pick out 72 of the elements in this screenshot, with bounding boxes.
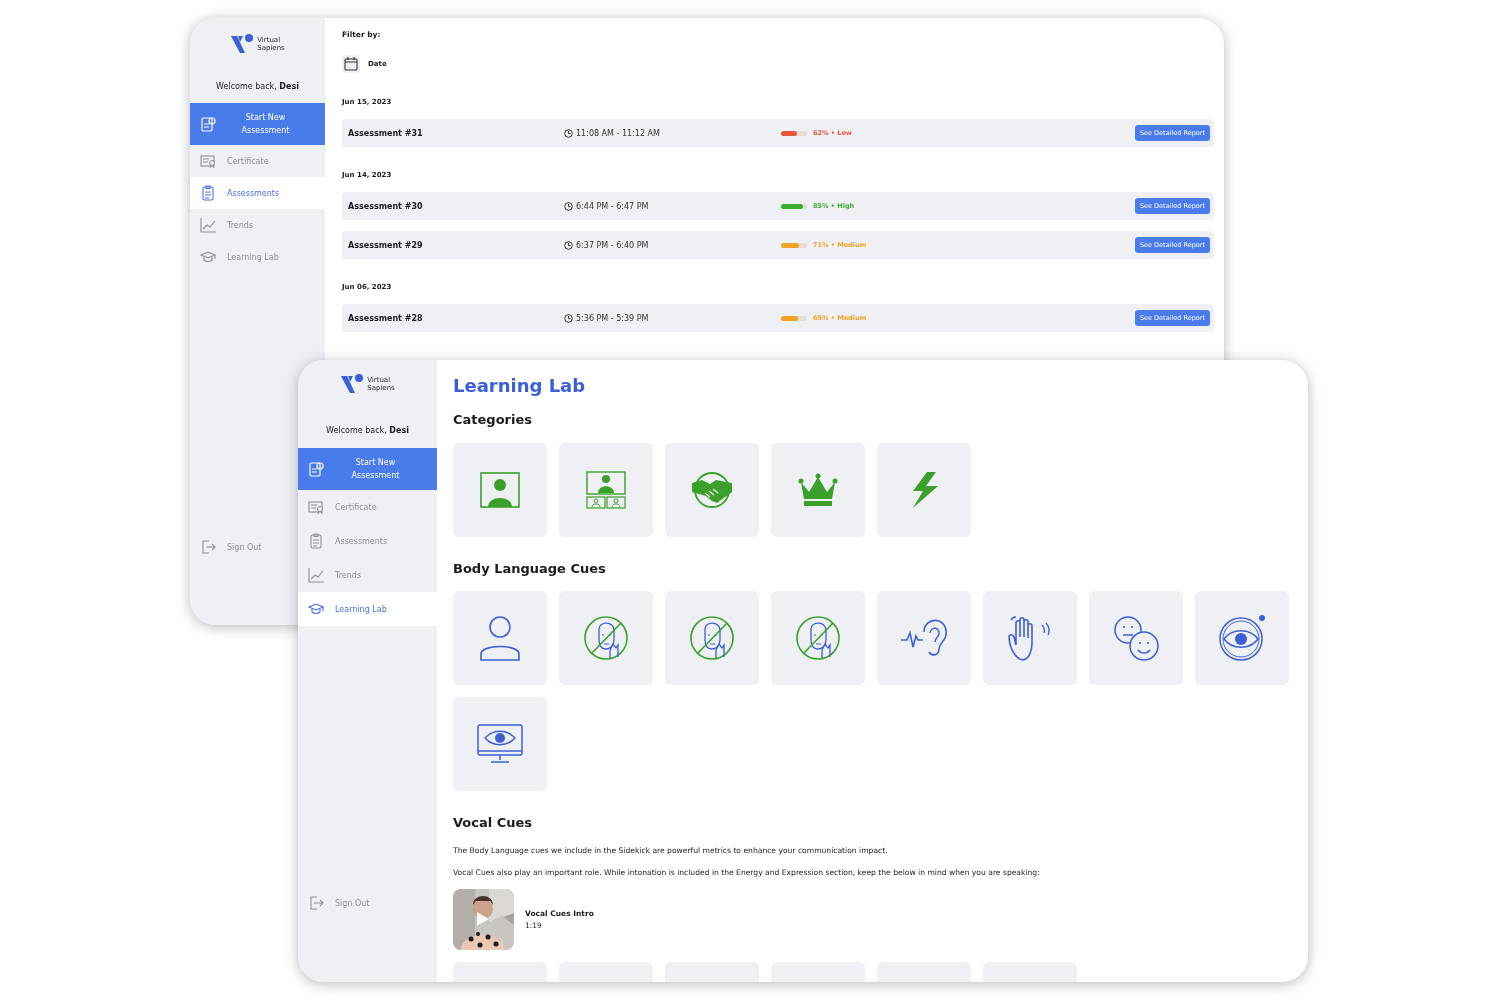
cue-tile[interactable] xyxy=(1195,591,1289,685)
handshake-icon xyxy=(691,471,733,509)
category-tile[interactable] xyxy=(665,443,759,537)
sign-out-item[interactable]: Sign Out xyxy=(190,531,290,563)
welcome-text: Welcome back, Desi xyxy=(325,425,410,437)
clock-icon xyxy=(564,313,573,323)
section-heading: Categories xyxy=(453,411,533,429)
category-tile[interactable] xyxy=(877,443,971,537)
sidebar-item[interactable]: Trends xyxy=(298,558,437,592)
sidebar-item[interactable]: Certificate xyxy=(298,490,437,524)
cue-tile[interactable] xyxy=(771,591,865,685)
assessment-time: 6:44 PM - 6:47 PM xyxy=(564,201,781,211)
certificate-icon xyxy=(200,153,216,169)
cue-tile[interactable] xyxy=(453,591,547,685)
sidebar-item[interactable]: Learning Lab xyxy=(190,241,325,273)
no-face-touch-icon xyxy=(689,615,735,661)
cue-tile[interactable] xyxy=(1089,591,1183,685)
monitor-eye-icon xyxy=(477,724,523,764)
logo-icon xyxy=(340,373,365,395)
assessment-time: 11:08 AM - 11:12 AM xyxy=(564,128,781,138)
no-face-touch-icon xyxy=(583,615,629,661)
graduation-cap-icon xyxy=(200,249,216,265)
cue-tile[interactable] xyxy=(877,591,971,685)
sidebar-item[interactable]: Certificate xyxy=(190,145,325,177)
sidebar-item[interactable]: Trends xyxy=(190,209,325,241)
no-face-touch-icon xyxy=(795,615,841,661)
person-frame-icon xyxy=(480,472,520,508)
logo-icon xyxy=(230,33,255,55)
sidebar-item[interactable]: Assessments xyxy=(190,177,325,209)
clock-icon xyxy=(564,128,573,138)
assessment-name: Assessment #28 xyxy=(348,313,424,323)
graduation-cap-icon xyxy=(308,601,324,617)
ear-icon xyxy=(900,618,948,658)
start-assessment-button[interactable]: Start New Assessment xyxy=(298,448,437,490)
assessment-name: Assessment #29 xyxy=(348,240,424,250)
assessment-name: Assessment #31 xyxy=(348,128,424,138)
clipboard-icon xyxy=(200,185,216,201)
crown-icon xyxy=(798,473,838,507)
certificate-icon xyxy=(308,499,324,515)
sidebar-item[interactable]: Assessments xyxy=(298,524,437,558)
eye-icon xyxy=(1218,614,1266,662)
waving-hand-icon xyxy=(1007,615,1053,661)
chart-icon xyxy=(200,217,216,233)
calendar-icon xyxy=(342,55,360,73)
page-title: Learning Lab xyxy=(453,374,587,398)
cue-tile[interactable] xyxy=(559,591,653,685)
clock-icon xyxy=(564,201,573,211)
assessment-time: 5:36 PM - 5:39 PM xyxy=(564,313,781,323)
assessment-time: 6:37 PM - 6:40 PM xyxy=(564,240,781,250)
clock-icon xyxy=(564,240,573,250)
clipboard-icon xyxy=(308,533,324,549)
welcome-text: Welcome back, Desi xyxy=(215,81,300,93)
assessment-icon xyxy=(200,116,216,132)
cue-tile[interactable] xyxy=(453,697,547,791)
section-heading: Body Language Cues xyxy=(453,560,607,578)
faces-icon xyxy=(1112,614,1160,662)
sign-out-item[interactable]: Sign Out xyxy=(298,886,437,920)
cue-tile[interactable] xyxy=(983,591,1077,685)
person-icon xyxy=(479,615,521,661)
sign-out-icon xyxy=(308,895,324,911)
sign-out-icon xyxy=(200,539,216,555)
cue-tile[interactable] xyxy=(665,591,759,685)
category-tile[interactable] xyxy=(771,443,865,537)
chart-icon xyxy=(308,567,324,583)
start-assessment-button[interactable]: Start New Assessment xyxy=(190,103,325,145)
category-tile[interactable] xyxy=(559,443,653,537)
category-tile[interactable] xyxy=(453,443,547,537)
assessment-name: Assessment #30 xyxy=(348,201,424,211)
video-call-icon xyxy=(586,471,626,509)
section-heading: Vocal Cues xyxy=(453,814,534,832)
assessment-icon xyxy=(308,461,324,477)
sidebar-item[interactable]: Learning Lab xyxy=(298,592,437,626)
